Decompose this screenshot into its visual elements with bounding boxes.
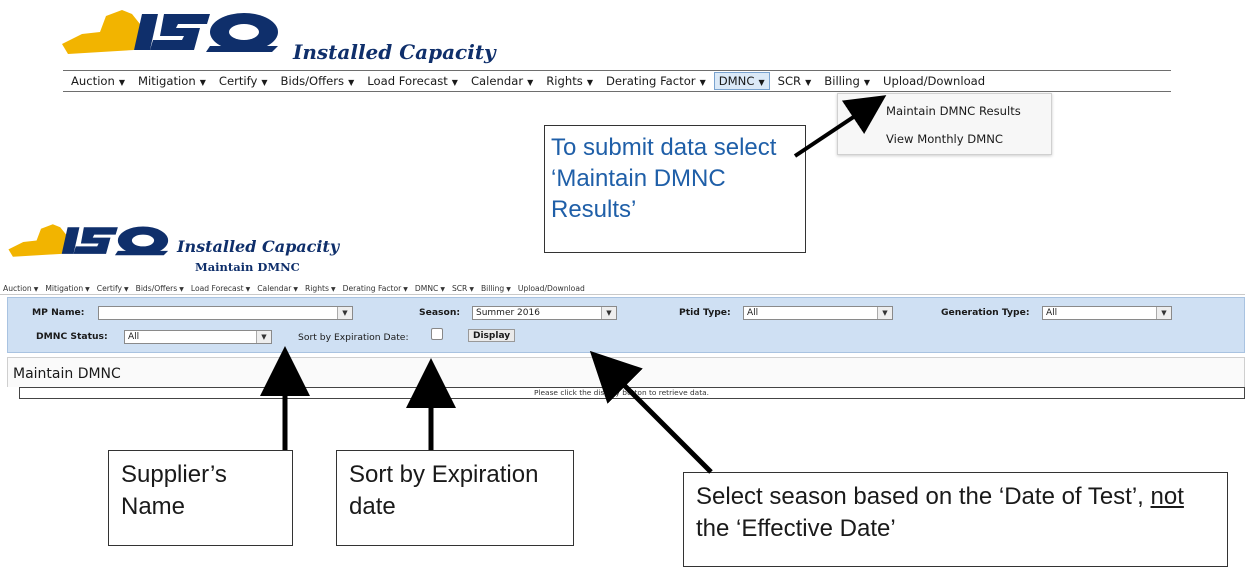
annotation-arrows <box>260 95 887 474</box>
arrow-to-season <box>589 350 713 474</box>
arrow-to-maintain-dmnc <box>793 95 887 158</box>
